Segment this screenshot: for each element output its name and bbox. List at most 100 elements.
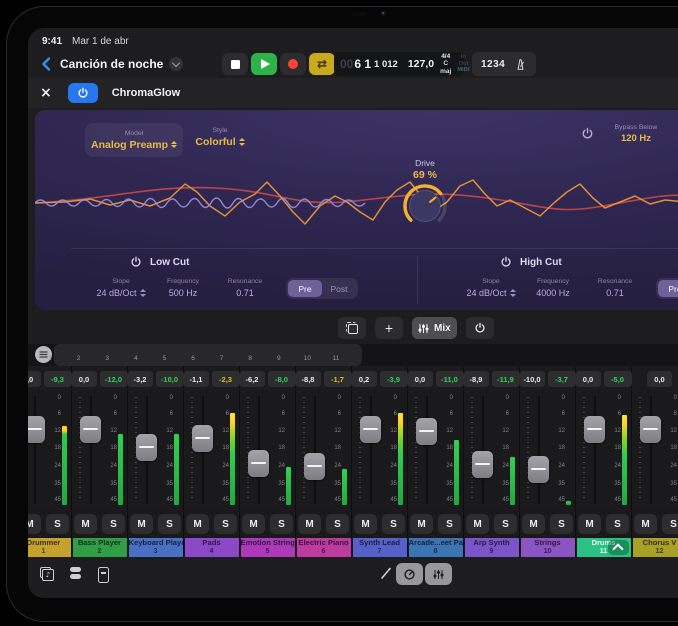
volume-fader[interactable] — [304, 453, 325, 480]
overview-meter-9[interactable]: 9 — [269, 344, 289, 366]
model-selector[interactable]: Model Analog Preamp — [85, 123, 183, 157]
select-regions-button[interactable] — [338, 317, 366, 339]
volume-fader[interactable] — [472, 451, 493, 478]
solo-button[interactable]: S — [214, 514, 237, 534]
track-name-plate[interactable]: Drums11 — [577, 538, 631, 557]
volume-value[interactable]: -11,9 — [492, 371, 520, 387]
close-icon[interactable]: × — [40, 86, 52, 100]
low-cut-resonance[interactable]: Resonance 0.71 — [214, 278, 276, 298]
mute-button[interactable]: M — [130, 514, 153, 534]
overview-meter-2[interactable]: 2 — [69, 344, 89, 366]
overview-meter[interactable] — [641, 344, 661, 366]
solo-button[interactable]: S — [550, 514, 573, 534]
solo-button[interactable]: S — [438, 514, 461, 534]
record-button[interactable] — [280, 53, 306, 75]
track-name-plate[interactable]: Drummer1 — [28, 538, 71, 557]
track-name-plate[interactable]: Keyboard Player3 — [129, 538, 183, 557]
volume-value[interactable]: -11,0 — [436, 371, 464, 387]
overview-meter-8[interactable]: 8 — [240, 344, 260, 366]
high-cut-slope[interactable]: Slope 24 dB/Oct — [460, 278, 522, 298]
low-cut-power-icon[interactable] — [130, 256, 142, 268]
solo-button[interactable]: S — [270, 514, 293, 534]
overview-meter[interactable] — [498, 344, 518, 366]
play-button[interactable] — [251, 53, 277, 75]
solo-button[interactable]: S — [326, 514, 349, 534]
drive-knob[interactable] — [402, 183, 448, 229]
pre-button[interactable]: Pre — [658, 280, 678, 297]
track-name-plate[interactable]: Strings10 — [521, 538, 575, 557]
overview-meter[interactable] — [469, 344, 489, 366]
collapse-mixer-button[interactable] — [608, 540, 629, 555]
overview-meter-4[interactable]: 4 — [126, 344, 146, 366]
pan-value[interactable]: -3,2 — [128, 371, 153, 387]
pan-value[interactable]: -1,1 — [184, 371, 209, 387]
overview-meter[interactable] — [440, 344, 460, 366]
overview-meter[interactable] — [612, 344, 632, 366]
bypass-below-control[interactable]: Bypass Below 120 Hz — [601, 124, 671, 144]
overview-meter-10[interactable]: 10 — [297, 344, 317, 366]
volume-value[interactable]: -9,3 — [44, 371, 72, 387]
overview-meter[interactable] — [583, 344, 603, 366]
lcd-display[interactable]: 00 6 1 1 012 127,0 4/4 C maj In Out MIDI — [334, 52, 464, 76]
count-in-button[interactable]: 1234 — [481, 59, 505, 70]
pencil-icon[interactable] — [380, 566, 392, 580]
solo-button[interactable]: S — [158, 514, 181, 534]
high-cut-frequency[interactable]: Frequency 4000 Hz — [522, 278, 584, 298]
overview-meter-7[interactable]: 7 — [212, 344, 232, 366]
pan-value[interactable]: 0,0 — [408, 371, 433, 387]
solo-button[interactable]: S — [494, 514, 517, 534]
volume-fader[interactable] — [640, 416, 661, 443]
loop-browser-icon[interactable]: ♪ — [40, 567, 54, 581]
volume-value[interactable]: -12,0 — [100, 371, 128, 387]
volume-fader[interactable] — [528, 456, 549, 483]
mixer-power-button[interactable] — [466, 317, 494, 339]
mix-view-button[interactable]: Mix — [412, 317, 457, 339]
pan-value[interactable]: -8,9 — [464, 371, 489, 387]
solo-button[interactable]: S — [662, 514, 678, 534]
pan-value[interactable]: -10,0 — [520, 371, 545, 387]
track-name-plate[interactable]: Emotion Strings5 — [241, 538, 295, 557]
add-track-button[interactable]: + — [375, 317, 403, 339]
pan-value[interactable]: -6,2 — [240, 371, 265, 387]
project-menu-button[interactable] — [169, 57, 183, 71]
mute-button[interactable]: M — [74, 514, 97, 534]
mixer-view-button[interactable] — [425, 563, 452, 585]
pan-value[interactable]: 0,0 — [72, 371, 97, 387]
mute-button[interactable]: M — [410, 514, 433, 534]
cycle-button[interactable]: ⇄ — [309, 53, 335, 75]
track-name-plate[interactable]: Arp Synth9 — [465, 538, 519, 557]
plugins-icon[interactable] — [70, 567, 81, 579]
overview-meter-11[interactable]: 11 — [326, 344, 346, 366]
volume-fader[interactable] — [80, 416, 101, 443]
bypass-power-icon[interactable] — [581, 127, 594, 140]
volume-value[interactable]: -2,3 — [212, 371, 240, 387]
solo-button[interactable]: S — [102, 514, 125, 534]
play-surface-icon[interactable] — [98, 567, 109, 583]
low-cut-frequency[interactable]: Frequency 500 Hz — [152, 278, 214, 298]
overview-meter[interactable] — [355, 344, 375, 366]
back-icon[interactable] — [40, 56, 54, 72]
volume-value[interactable]: -3,7 — [548, 371, 576, 387]
high-cut-power-icon[interactable] — [500, 256, 512, 268]
solo-button[interactable]: S — [606, 514, 629, 534]
volume-value[interactable]: -5,0 — [604, 371, 632, 387]
mute-button[interactable]: M — [578, 514, 601, 534]
pan-value[interactable]: -8,8 — [296, 371, 321, 387]
solo-button[interactable]: S — [382, 514, 405, 534]
mute-button[interactable]: M — [354, 514, 377, 534]
mute-button[interactable]: M — [634, 514, 657, 534]
track-name-plate[interactable]: Electric Piano6 — [297, 538, 351, 557]
track-name-plate[interactable]: Pads4 — [185, 538, 239, 557]
overview-meter[interactable] — [412, 344, 432, 366]
volume-fader[interactable] — [360, 416, 381, 443]
mute-button[interactable]: M — [28, 514, 41, 534]
style-selector[interactable]: Style Colorful — [185, 127, 255, 148]
metronome-icon[interactable] — [514, 58, 527, 71]
overview-meter[interactable] — [383, 344, 403, 366]
pan-value[interactable]: 0,0 — [576, 371, 601, 387]
pre-button[interactable]: Pre — [288, 280, 322, 297]
volume-value[interactable]: -8,0 — [268, 371, 296, 387]
plugin-power-button[interactable] — [68, 83, 98, 103]
pan-value[interactable]: 0,0 — [28, 371, 41, 387]
volume-value[interactable]: -3,9 — [380, 371, 408, 387]
